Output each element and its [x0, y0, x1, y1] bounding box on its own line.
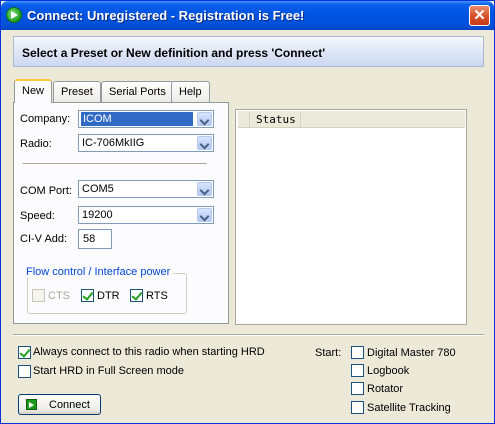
- title-bar[interactable]: Connect: Unregistered - Registration is …: [1, 1, 494, 30]
- banner-text: Select a Preset or New definition and pr…: [22, 46, 326, 60]
- satellite-tracking-label: Satellite Tracking: [367, 402, 451, 414]
- cts-label: CTS: [48, 290, 70, 302]
- logbook-checkbox[interactable]: [351, 364, 364, 377]
- dtr-label: DTR: [97, 290, 120, 302]
- radio-value: IC-706MkIIG: [82, 137, 145, 149]
- civ-address-field[interactable]: 58: [78, 229, 112, 249]
- satellite-tracking-checkbox[interactable]: [351, 401, 364, 414]
- digital-master-label: Digital Master 780: [367, 347, 456, 359]
- dtr-checkbox[interactable]: [81, 289, 94, 302]
- cts-checkbox[interactable]: [32, 289, 45, 302]
- civ-label: CI-V Add:: [20, 233, 68, 245]
- com-port-value: COM5: [82, 183, 114, 195]
- connect-dialog: Connect: Unregistered - Registration is …: [0, 0, 495, 424]
- com-port-label: COM Port:: [20, 185, 72, 197]
- green-arrow-icon: [26, 399, 37, 410]
- rts-checkbox[interactable]: [130, 289, 143, 302]
- rts-label: RTS: [146, 290, 168, 302]
- rotator-checkbox[interactable]: [351, 382, 364, 395]
- always-connect-label: Always connect to this radio when starti…: [33, 346, 265, 358]
- rotator-label: Rotator: [367, 383, 404, 395]
- com-port-select[interactable]: COM5: [78, 180, 214, 198]
- connect-button[interactable]: Connect: [18, 394, 101, 415]
- radio-select[interactable]: IC-706MkIIG: [78, 134, 214, 152]
- start-label: Start:: [315, 347, 342, 359]
- chevron-down-icon[interactable]: [197, 182, 212, 196]
- chevron-down-icon[interactable]: [197, 136, 212, 150]
- tab-preset[interactable]: Preset: [53, 81, 101, 102]
- company-select[interactable]: ICOM: [78, 110, 214, 128]
- radio-label: Radio:: [20, 138, 52, 150]
- chevron-down-icon[interactable]: [197, 208, 212, 222]
- logbook-label: Logbook: [367, 365, 410, 377]
- instruction-banner: Select a Preset or New definition and pr…: [13, 36, 484, 67]
- full-screen-checkbox[interactable]: [18, 365, 31, 378]
- tab-help[interactable]: Help: [171, 81, 210, 102]
- tab-new[interactable]: New: [14, 79, 53, 103]
- close-button[interactable]: ✕: [469, 5, 490, 26]
- tab-serial-ports[interactable]: Serial Ports: [101, 81, 174, 102]
- company-value: ICOM: [81, 112, 193, 126]
- speed-select[interactable]: 19200: [78, 206, 214, 224]
- connect-button-label: Connect: [49, 399, 90, 411]
- window-title: Connect: Unregistered - Registration is …: [27, 8, 305, 23]
- status-list[interactable]: [235, 109, 467, 325]
- full-screen-label: Start HRD in Full Screen mode: [33, 365, 184, 377]
- form-divider: [23, 163, 207, 165]
- speed-label: Speed:: [20, 210, 55, 222]
- speed-value: 19200: [82, 209, 113, 221]
- always-connect-checkbox[interactable]: [18, 346, 31, 359]
- green-arrow-icon: [6, 7, 22, 23]
- company-label: Company:: [20, 113, 71, 125]
- digital-master-checkbox[interactable]: [351, 346, 364, 359]
- flow-control-title: Flow control / Interface power: [23, 266, 174, 278]
- chevron-down-icon[interactable]: [197, 112, 212, 126]
- status-column-header[interactable]: Status: [249, 112, 301, 127]
- bottom-divider: [13, 334, 484, 336]
